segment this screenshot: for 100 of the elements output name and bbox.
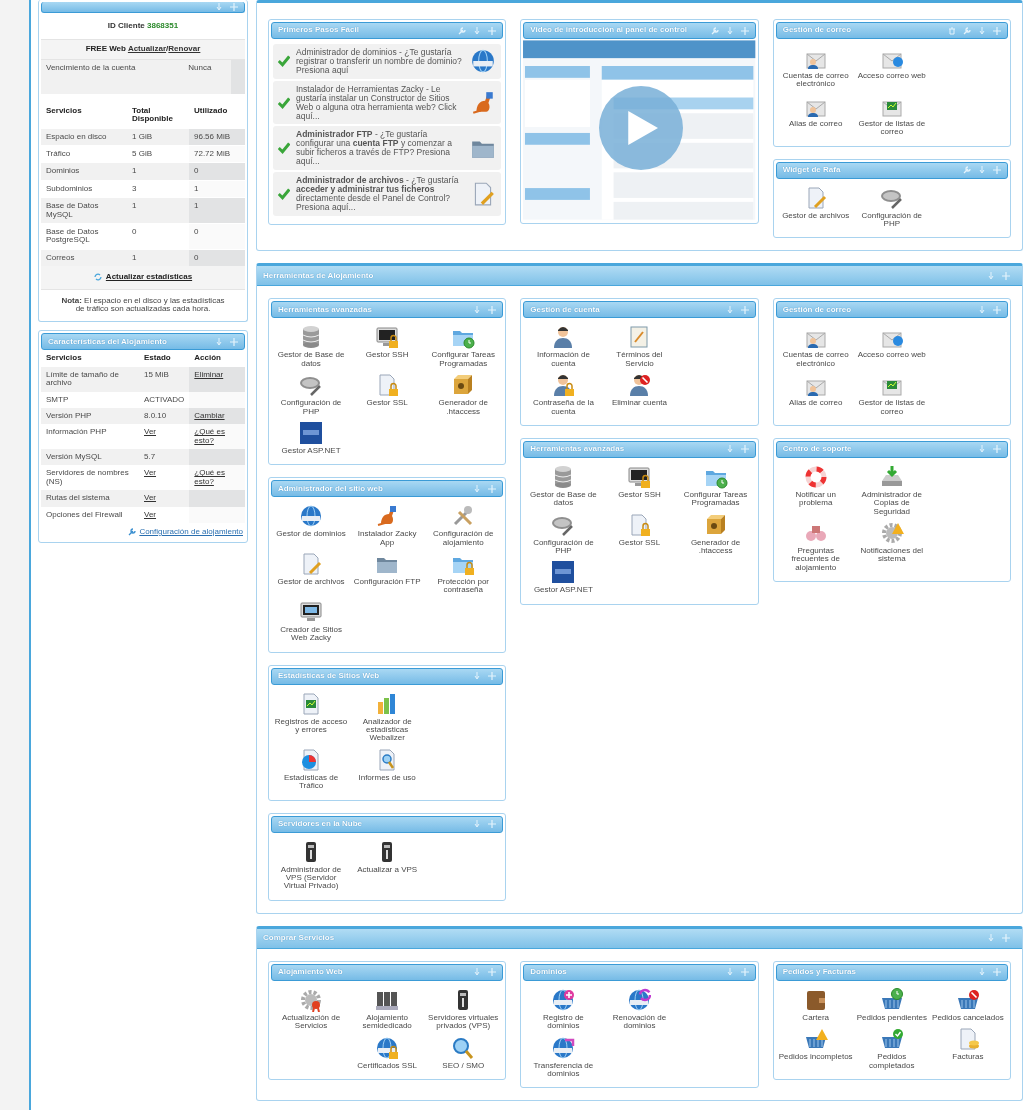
arrow-down-icon[interactable] bbox=[978, 445, 986, 454]
tool-link[interactable]: Pedidos cancelados bbox=[929, 985, 1006, 1026]
tool-link[interactable]: SEO / SMO bbox=[425, 1033, 502, 1073]
wrench-icon[interactable] bbox=[458, 26, 467, 35]
plus-icon[interactable] bbox=[230, 3, 238, 11]
tool-link[interactable]: Configuración de PHP bbox=[525, 510, 602, 559]
tool-link[interactable]: Registros de acceso y errores bbox=[273, 689, 350, 746]
plus-icon[interactable] bbox=[740, 305, 749, 314]
plan-link[interactable]: Renovar bbox=[168, 44, 201, 54]
tool-link[interactable]: Pedidos pendientes bbox=[853, 985, 930, 1026]
tool-link[interactable]: Facturas bbox=[929, 1025, 1006, 1073]
tool-link[interactable]: Configuración FTP bbox=[349, 550, 426, 598]
arrow-down-icon[interactable] bbox=[215, 3, 223, 11]
plus-icon[interactable] bbox=[230, 337, 238, 346]
tool-link[interactable]: Alias de correo bbox=[777, 371, 854, 419]
plus-icon[interactable] bbox=[740, 968, 749, 977]
plus-icon[interactable] bbox=[993, 166, 1001, 175]
plus-icon[interactable] bbox=[488, 820, 497, 829]
tool-link[interactable]: Gestor de dominios bbox=[273, 502, 350, 551]
plus-icon[interactable] bbox=[993, 305, 1001, 314]
tool-link[interactable]: Instalador Zacky App bbox=[349, 502, 426, 551]
tool-link[interactable]: Administrador de VPS (Servidor Virtual Privado) bbox=[273, 837, 350, 894]
tool-link[interactable]: Preguntas frecuentes de alojamiento bbox=[777, 519, 854, 576]
tool-link[interactable]: Certificados SSL bbox=[349, 1033, 426, 1073]
tool-link[interactable]: Gestor de Base de datos bbox=[273, 323, 350, 372]
plus-icon[interactable] bbox=[488, 484, 497, 493]
step-text[interactable]: Administrador de dominios - ¿Te gustaría registrar o transferir un nombre de dominio? Presiona aquí bbox=[296, 48, 465, 75]
tool-link[interactable]: Transferencia de dominios bbox=[525, 1033, 602, 1082]
tool-link[interactable]: Pedidos completados bbox=[853, 1025, 930, 1073]
tool-link[interactable]: Configurar Tareas Programadas bbox=[425, 323, 502, 372]
tool-link[interactable]: Protección por contraseña bbox=[425, 550, 502, 598]
arrow-down-icon[interactable] bbox=[725, 968, 734, 977]
arrow-down-icon[interactable] bbox=[987, 934, 995, 943]
tool-link[interactable]: Acceso correo web bbox=[853, 44, 930, 92]
tool-link[interactable]: Actualizar a VPS bbox=[349, 837, 426, 894]
tool-link[interactable]: Gestor ASP.NET bbox=[273, 418, 350, 459]
arrow-down-icon[interactable] bbox=[473, 672, 482, 681]
step-text[interactable]: Instalador de Herramientas Zacky - Le gustaría instalar un Constructor de Sitios Web o alguna otra herramienta web? Click aquí... bbox=[296, 84, 465, 121]
arrow-down-icon[interactable] bbox=[215, 337, 223, 346]
table-link[interactable]: Ver bbox=[144, 493, 156, 503]
tool-link[interactable]: Informes de uso bbox=[349, 745, 426, 794]
arrow-down-icon[interactable] bbox=[978, 26, 986, 35]
tool-link[interactable]: Términos del Servicio bbox=[601, 323, 678, 372]
tool-link[interactable]: Administrador de Copias de Seguridad bbox=[853, 462, 930, 520]
arrow-down-icon[interactable] bbox=[987, 271, 995, 280]
tool-link[interactable]: Creador de Sitios Web Zacky bbox=[273, 597, 350, 646]
arrow-down-icon[interactable] bbox=[978, 305, 986, 314]
tool-link[interactable]: Notificaciones del sistema bbox=[853, 519, 930, 576]
tool-link[interactable]: Configuración de PHP bbox=[273, 371, 350, 419]
table-link[interactable]: Ver bbox=[144, 427, 156, 437]
tool-link[interactable]: Gestor ASP.NET bbox=[525, 558, 602, 598]
arrow-down-icon[interactable] bbox=[725, 26, 734, 35]
step-text[interactable]: Administrador FTP - ¿Te gustaría configurar una cuenta FTP y comenzar a subir ficheros a través de FTP? Presiona aquí... bbox=[296, 130, 465, 167]
plus-icon[interactable] bbox=[1002, 271, 1010, 280]
tool-link[interactable]: Generador de .htaccess bbox=[425, 371, 502, 419]
arrow-down-icon[interactable] bbox=[978, 968, 986, 977]
tool-link[interactable]: Gestor de listas de correo bbox=[853, 91, 930, 140]
arrow-down-icon[interactable] bbox=[473, 820, 482, 829]
plus-icon[interactable] bbox=[488, 968, 497, 977]
plus-icon[interactable] bbox=[488, 672, 497, 681]
tool-link[interactable]: Configuración de PHP bbox=[853, 183, 930, 232]
tool-link[interactable]: Cartera bbox=[777, 985, 854, 1026]
tool-link[interactable]: Cuentas de correo electrónico bbox=[777, 323, 854, 372]
plus-icon[interactable] bbox=[993, 26, 1001, 35]
config-link[interactable]: Configuración de alojamiento bbox=[139, 527, 243, 537]
tool-link[interactable]: Servidores virtuales privados (VPS) bbox=[425, 985, 502, 1034]
tool-link[interactable]: Contraseña de la cuenta bbox=[525, 371, 602, 419]
tool-link[interactable]: Generador de .htaccess bbox=[677, 510, 754, 559]
tool-link[interactable]: Configuración de alojamiento bbox=[425, 502, 502, 551]
plus-icon[interactable] bbox=[488, 305, 497, 314]
tool-link[interactable]: Gestor SSL bbox=[349, 371, 426, 419]
plus-icon[interactable] bbox=[993, 445, 1001, 454]
arrow-down-icon[interactable] bbox=[473, 484, 482, 493]
plus-icon[interactable] bbox=[488, 26, 497, 35]
tool-link[interactable]: Gestor de Base de datos bbox=[525, 462, 602, 511]
tool-link[interactable]: Configurar Tareas Programadas bbox=[677, 462, 754, 511]
trash-icon[interactable] bbox=[948, 26, 956, 35]
arrow-down-icon[interactable] bbox=[725, 305, 734, 314]
tool-link[interactable]: Gestor de archivos bbox=[777, 183, 854, 232]
tool-link[interactable]: Cuentas de correo electrónico bbox=[777, 44, 854, 92]
tool-link[interactable]: Registro de dominios bbox=[525, 985, 602, 1034]
table-link[interactable]: Ver bbox=[144, 468, 156, 478]
wrench-icon[interactable] bbox=[710, 26, 719, 35]
tool-link[interactable]: Alias de correo bbox=[777, 91, 854, 140]
plus-icon[interactable] bbox=[993, 968, 1001, 977]
table-link[interactable]: Ver bbox=[144, 509, 156, 519]
tool-link[interactable]: Alojamiento semidedicado bbox=[349, 985, 426, 1034]
tool-link[interactable]: Gestor SSH bbox=[601, 462, 678, 511]
tool-link[interactable]: Actualización de Servicios bbox=[273, 985, 350, 1034]
tool-link[interactable]: Renovación de dominios bbox=[601, 985, 678, 1034]
tool-link[interactable]: Notificar un problema bbox=[777, 462, 854, 520]
plus-icon[interactable] bbox=[740, 26, 749, 35]
arrow-down-icon[interactable] bbox=[725, 445, 734, 454]
tool-link[interactable]: Estadísticas de Tráfico bbox=[273, 745, 350, 794]
step-text[interactable]: Administrador de archivos - ¿Te gustaría acceder y administrar tus ficheros directamente desde el Panel de Control? Presiona aquí... bbox=[296, 176, 465, 212]
arrow-down-icon[interactable] bbox=[473, 26, 482, 35]
wrench-icon[interactable] bbox=[963, 26, 971, 35]
plus-icon[interactable] bbox=[1002, 934, 1010, 943]
tool-link[interactable]: Gestor de archivos bbox=[273, 550, 350, 598]
tool-link[interactable]: Acceso correo web bbox=[853, 323, 930, 372]
